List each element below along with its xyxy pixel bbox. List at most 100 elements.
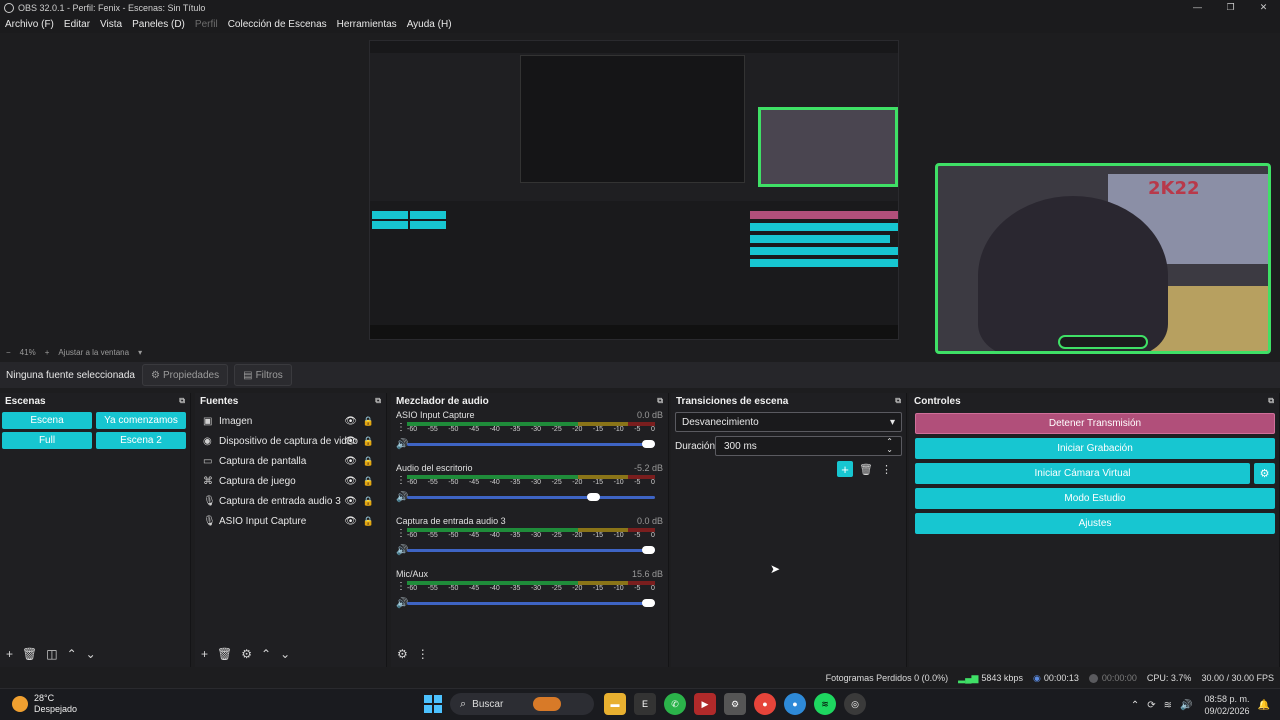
eye-icon[interactable]: 👁 <box>344 416 357 427</box>
webcam-source[interactable]: 2K22 <box>935 163 1271 354</box>
undock-icon[interactable]: ⧉ <box>1268 396 1274 406</box>
settings-button[interactable]: Ajustes <box>915 513 1275 534</box>
studio-mode-button[interactable]: Modo Estudio <box>915 488 1275 509</box>
volume-slider[interactable] <box>407 440 655 448</box>
minimize-icon[interactable]: — <box>1181 0 1214 15</box>
menu-vista[interactable]: Vista <box>100 19 122 30</box>
arrow-down-icon[interactable]: ⌄ <box>280 647 290 661</box>
menu-editar[interactable]: Editar <box>64 19 90 30</box>
chrome-icon[interactable]: ● <box>754 693 776 715</box>
start-recording-button[interactable]: Iniciar Grabación <box>915 438 1275 459</box>
settings-app-icon[interactable]: ⚙ <box>724 693 746 715</box>
obs-icon[interactable]: ◎ <box>844 693 866 715</box>
source-item[interactable]: ⌘ Captura de juego 👁 🔒 <box>195 471 386 491</box>
fit-window-button[interactable]: Ajustar a la ventana <box>58 348 129 357</box>
eye-icon[interactable]: 👁 <box>344 496 357 507</box>
volume-handle[interactable] <box>642 440 655 448</box>
advanced-audio-icon[interactable]: ⚙ <box>397 647 408 661</box>
eye-icon[interactable]: 👁 <box>344 476 357 487</box>
start-virtual-cam-button[interactable]: Iniciar Cámara Virtual <box>915 463 1250 484</box>
clock[interactable]: 08:58 p. m. 09/02/2026 <box>1205 693 1250 717</box>
lock-icon[interactable]: 🔒 <box>363 476 374 487</box>
menu-paneles[interactable]: Paneles (D) <box>132 19 185 30</box>
volume-slider[interactable] <box>407 546 655 554</box>
eye-icon[interactable]: 👁 <box>344 516 357 527</box>
weather-widget[interactable]: 28°C Despejado <box>12 693 77 715</box>
zoom-in-button[interactable]: + <box>45 348 50 357</box>
menu-dots-icon[interactable]: ⋮ <box>396 581 406 592</box>
scene-item[interactable]: Escena 2 <box>96 432 186 449</box>
wifi-icon[interactable]: ≋ <box>1164 700 1172 711</box>
add-icon[interactable]: + <box>201 647 208 661</box>
spotify-icon[interactable]: ≋ <box>814 693 836 715</box>
scene-item[interactable]: Escena <box>2 412 92 429</box>
add-transition-button[interactable]: + <box>837 461 854 477</box>
eye-icon[interactable]: 👁 <box>344 456 357 467</box>
transition-select[interactable]: Desvanecimiento ▾ <box>675 412 902 432</box>
volume-handle[interactable] <box>642 546 655 554</box>
video-app-icon[interactable]: ▶ <box>694 693 716 715</box>
gear-icon[interactable]: ⚙ <box>241 647 252 661</box>
undock-icon[interactable]: ⧉ <box>179 396 185 406</box>
source-item[interactable]: ▭ Captura de pantalla 👁 🔒 <box>195 451 386 471</box>
taskbar-search[interactable]: ⌕ Buscar <box>450 693 594 715</box>
menu-dots-icon[interactable]: ⋮ <box>417 647 429 661</box>
gear-icon[interactable]: ⚙ <box>1254 463 1275 484</box>
source-item[interactable]: ◉ Dispositivo de captura de video 👁 🔒 <box>195 431 386 451</box>
file-explorer-icon[interactable]: ▬ <box>604 693 626 715</box>
scene-item[interactable]: Ya comenzamos <box>96 412 186 429</box>
spinner-icon[interactable]: ⌃ ⌄ <box>886 438 893 454</box>
add-icon[interactable]: + <box>6 647 13 661</box>
properties-button[interactable]: ⚙ Propiedades <box>142 364 229 386</box>
source-item[interactable]: 🎙 ASIO Input Capture 👁 🔒 <box>195 511 386 531</box>
arrow-down-icon[interactable]: ⌄ <box>86 647 96 661</box>
notifications-icon[interactable]: 🔔 <box>1258 700 1270 711</box>
menu-ayuda[interactable]: Ayuda (H) <box>407 19 452 30</box>
whatsapp-icon[interactable]: ✆ <box>664 693 686 715</box>
menu-perfil[interactable]: Perfil <box>195 19 218 30</box>
lock-icon[interactable]: 🔒 <box>363 436 374 447</box>
scene-item[interactable]: Full <box>2 432 92 449</box>
volume-handle[interactable] <box>642 599 655 607</box>
volume-slider[interactable] <box>407 599 655 607</box>
volume-icon[interactable]: 🔊 <box>1180 700 1192 711</box>
filter-icon[interactable]: ◫ <box>46 647 57 661</box>
volume-handle[interactable] <box>587 493 601 501</box>
source-item[interactable]: ▣ Imagen 👁 🔒 <box>195 411 386 431</box>
menu-dots-icon[interactable]: ⋮ <box>396 422 406 433</box>
menu-dots-icon[interactable]: ⋮ <box>881 463 892 476</box>
transitions-dock: Transiciones de escena ⧉ Desvanecimiento… <box>671 393 907 667</box>
menu-dots-icon[interactable]: ⋮ <box>396 475 406 486</box>
chrome-dev-icon[interactable]: ● <box>784 693 806 715</box>
lock-icon[interactable]: 🔒 <box>363 496 374 507</box>
menu-archivo[interactable]: Archivo (F) <box>5 19 54 30</box>
trash-icon[interactable]: 🗑 <box>22 647 37 661</box>
duration-input[interactable]: 300 ms ⌃ ⌄ <box>715 436 902 456</box>
epic-games-icon[interactable]: E <box>634 693 656 715</box>
arrow-up-icon[interactable]: ⌃ <box>67 647 77 661</box>
zoom-out-button[interactable]: − <box>6 348 11 357</box>
trash-icon[interactable]: 🗑 <box>859 463 873 476</box>
chevron-up-icon[interactable]: ⌃ <box>1131 700 1139 711</box>
lock-icon[interactable]: 🔒 <box>363 456 374 467</box>
menu-herramientas[interactable]: Herramientas <box>337 19 397 30</box>
menu-dots-icon[interactable]: ⋮ <box>396 528 406 539</box>
undock-icon[interactable]: ⧉ <box>657 396 663 406</box>
arrow-up-icon[interactable]: ⌃ <box>261 647 271 661</box>
stop-stream-button[interactable]: Detener Transmisión <box>915 413 1275 434</box>
undock-icon[interactable]: ⧉ <box>375 396 381 406</box>
lock-icon[interactable]: 🔒 <box>363 416 374 427</box>
filters-button[interactable]: ▤ Filtros <box>234 364 292 386</box>
maximize-icon[interactable]: ❐ <box>1214 0 1247 15</box>
chevron-down-icon[interactable]: ▾ <box>138 348 142 357</box>
source-item[interactable]: 🎙 Captura de entrada audio 3 👁 🔒 <box>195 491 386 511</box>
trash-icon[interactable]: 🗑 <box>217 647 232 661</box>
windows-start-icon[interactable] <box>424 695 442 713</box>
close-icon[interactable]: ✕ <box>1247 0 1280 15</box>
eye-icon[interactable]: 👁 <box>344 436 357 447</box>
lock-icon[interactable]: 🔒 <box>363 516 374 527</box>
undock-icon[interactable]: ⧉ <box>895 396 901 406</box>
sync-icon[interactable]: ⟳ <box>1147 700 1155 711</box>
menu-coleccion[interactable]: Colección de Escenas <box>228 19 327 30</box>
volume-slider[interactable] <box>407 493 655 501</box>
